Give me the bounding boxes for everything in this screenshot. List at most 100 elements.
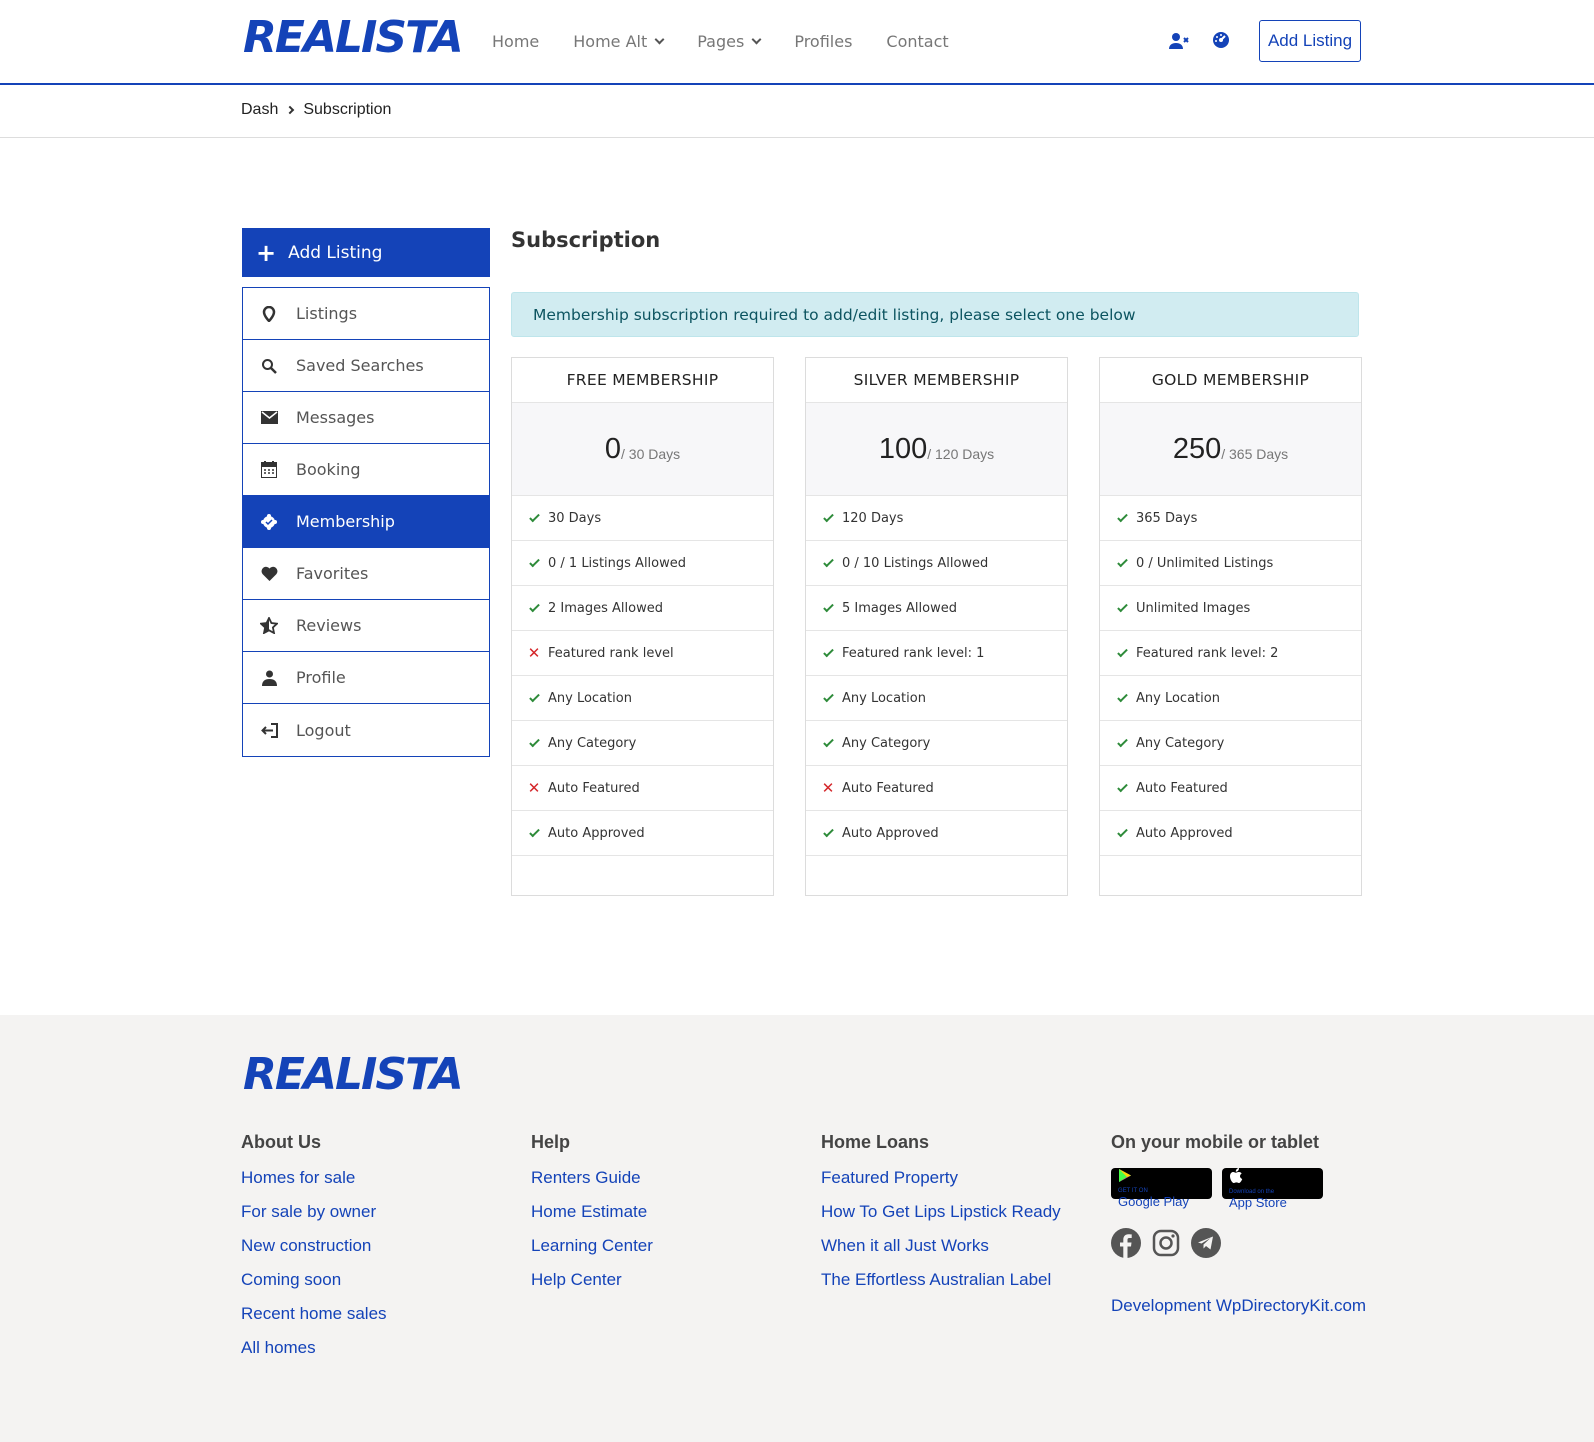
instagram-icon[interactable] [1151, 1228, 1181, 1258]
footer-link[interactable]: Learning Center [531, 1236, 653, 1256]
telegram-icon[interactable] [1191, 1228, 1221, 1258]
sidebar-item-saved-searches[interactable]: Saved Searches [243, 340, 489, 392]
sidebar-item-booking[interactable]: Booking [243, 444, 489, 496]
plan-card[interactable]: GOLD MEMBERSHIP 250/ 365 Days 365 Days 0 / … [1099, 357, 1362, 896]
feature-text: Any Category [1136, 735, 1225, 751]
nav-home-alt[interactable]: Home Alt [573, 32, 665, 51]
footer-link[interactable]: The Effortless Australian Label [821, 1270, 1061, 1290]
envelope-icon [259, 408, 279, 428]
footer-link[interactable]: Homes for sale [241, 1168, 387, 1188]
footer-col-title: Help [531, 1132, 571, 1152]
footer-link[interactable]: Home Estimate [531, 1202, 653, 1222]
feature-text: Auto Featured [1136, 780, 1228, 796]
check-icon [1116, 646, 1128, 657]
sidebar-item-listings[interactable]: Listings [243, 288, 489, 340]
sidebar-add-listing-button[interactable]: + Add Listing [242, 228, 490, 277]
sidebar-menu: Listings Saved Searches Messages Booking… [242, 287, 490, 757]
app-store-badge[interactable]: Download on the App Store [1222, 1168, 1323, 1210]
nav-label: Contact [886, 32, 949, 51]
facebook-icon[interactable] [1111, 1228, 1141, 1258]
plan-card[interactable]: FREE MEMBERSHIP 0/ 30 Days 30 Days 0 / 1 Li… [511, 357, 774, 896]
plan-feature: Any Location [512, 676, 773, 721]
user-icon [259, 668, 279, 688]
site-footer: REALISTA About Us Homes for sale For sal… [0, 1015, 1594, 1442]
check-icon [1116, 736, 1128, 747]
nav-contact[interactable]: Contact [886, 32, 948, 51]
footer-link[interactable]: Featured Property [821, 1168, 1061, 1188]
sidebar-item-logout[interactable]: Logout [243, 704, 489, 756]
footer-link[interactable]: New construction [241, 1236, 387, 1256]
sidebar-item-reviews[interactable]: Reviews [243, 600, 489, 652]
plan-feature: ✕ Auto Featured [806, 766, 1067, 811]
feature-text: Auto Approved [1136, 825, 1233, 841]
feature-text: 5 Images Allowed [842, 600, 957, 616]
check-icon [1116, 511, 1128, 522]
plan-feature: Auto Approved [1100, 811, 1361, 856]
check-icon [1116, 781, 1128, 792]
price-amount: 0 [604, 432, 621, 465]
user-remove-icon[interactable] [1168, 30, 1190, 52]
sidebar-item-label: Saved Searches [296, 356, 424, 375]
footer-link[interactable]: Renters Guide [531, 1168, 653, 1188]
plan-name: FREE MEMBERSHIP [512, 358, 773, 403]
plan-feature: Auto Approved [512, 811, 773, 856]
nav-pages[interactable]: Pages [697, 32, 762, 51]
plus-icon: + [256, 238, 277, 267]
sidebar-item-label: Reviews [296, 616, 362, 635]
footer-logo[interactable]: REALISTA [243, 1051, 464, 1099]
footer-link[interactable]: When it all Just Works [821, 1236, 1061, 1256]
header-add-listing-button[interactable]: Add Listing [1259, 20, 1361, 62]
plan-feature: Any Location [806, 676, 1067, 721]
footer-col-help: Help Renters Guide Home Estimate Learnin… [531, 1132, 653, 1304]
feature-text: 0 / 10 Listings Allowed [842, 555, 989, 571]
footer-link[interactable]: For sale by owner [241, 1202, 387, 1222]
plan-feature: Unlimited Images [1100, 586, 1361, 631]
feature-text: Unlimited Images [1136, 600, 1251, 616]
plan-feature: 120 Days [806, 496, 1067, 541]
footer-col-home-loans: Home Loans Featured Property How To Get … [821, 1132, 1061, 1304]
check-icon [528, 511, 540, 522]
plan-feature: Any Category [806, 721, 1067, 766]
plan-price: 0/ 30 Days [512, 403, 773, 496]
plan-feature: Auto Featured [1100, 766, 1361, 811]
google-play-badge[interactable]: GET IT ON Google Play [1111, 1168, 1212, 1209]
check-icon [822, 736, 834, 747]
footer-link[interactable]: How To Get Lips Lipstick Ready [821, 1202, 1061, 1222]
sidebar-item-label: Messages [296, 408, 375, 427]
plan-price: 100/ 120 Days [806, 403, 1067, 496]
nav-label: Pages [697, 32, 745, 51]
footer-link[interactable]: Recent home sales [241, 1304, 387, 1324]
sidebar-item-profile[interactable]: Profile [243, 652, 489, 704]
map-pin-icon [259, 304, 279, 324]
price-period: / 365 Days [1221, 446, 1289, 462]
chevron-down-icon [654, 34, 665, 45]
badge-icon [259, 512, 279, 532]
nav-home[interactable]: Home [492, 32, 539, 51]
star-icon [259, 616, 279, 636]
site-logo[interactable]: REALISTA [243, 14, 464, 62]
breadcrumb-dash[interactable]: Dash [241, 101, 278, 119]
membership-alert: Membership subscription required to add/… [511, 292, 1359, 337]
sidebar-item-favorites[interactable]: Favorites [243, 548, 489, 600]
footer-col-mobile: On your mobile or tablet GET IT ON Googl… [1111, 1132, 1366, 1330]
check-icon [822, 646, 834, 657]
sidebar-item-messages[interactable]: Messages [243, 392, 489, 444]
plan-name: GOLD MEMBERSHIP [1100, 358, 1361, 403]
developer-link[interactable]: Development WpDirectoryKit.com [1111, 1296, 1366, 1316]
cross-icon: ✕ [527, 644, 541, 662]
dashboard-icon[interactable] [1211, 30, 1233, 52]
chevron-down-icon [751, 34, 762, 45]
footer-link[interactable]: All homes [241, 1338, 387, 1358]
nav-profiles[interactable]: Profiles [794, 32, 852, 51]
breadcrumb: Dash Subscription [241, 101, 391, 119]
feature-text: 365 Days [1136, 510, 1198, 526]
sidebar-item-membership[interactable]: Membership [243, 496, 489, 548]
footer-col-title: On your mobile or tablet [1111, 1132, 1320, 1152]
footer-link[interactable]: Help Center [531, 1270, 653, 1290]
feature-text: Any Category [548, 735, 637, 751]
footer-col-about: About Us Homes for sale For sale by owne… [241, 1132, 387, 1372]
google-play-big: Google Play [1118, 1194, 1189, 1209]
plan-card[interactable]: SILVER MEMBERSHIP 100/ 120 Days 120 Days 0 … [805, 357, 1068, 896]
plan-feature: 0 / 1 Listings Allowed [512, 541, 773, 586]
footer-link[interactable]: Coming soon [241, 1270, 387, 1290]
